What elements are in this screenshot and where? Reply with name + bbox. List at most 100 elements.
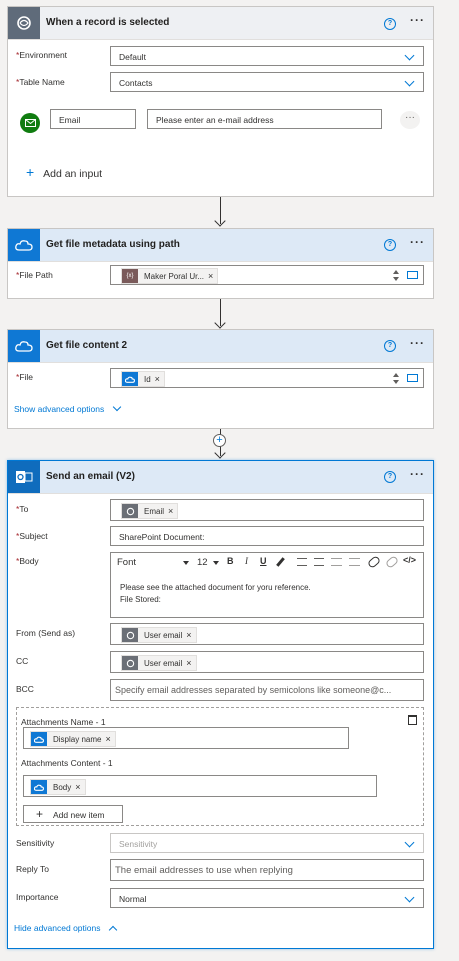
- attachment-content-field[interactable]: Body ×: [23, 775, 377, 797]
- remove-token-icon[interactable]: ×: [208, 271, 217, 281]
- show-advanced-options-link[interactable]: Show advanced options: [14, 402, 122, 414]
- dataverse-icon: [8, 7, 40, 39]
- attachment-name-label: Attachments Name - 1: [21, 717, 106, 727]
- input-more-icon[interactable]: ···: [400, 111, 420, 129]
- outlook-icon: [8, 461, 40, 493]
- reply-to-field[interactable]: The email addresses to use when replying: [110, 859, 424, 881]
- environment-dropdown[interactable]: Default: [110, 46, 424, 66]
- onedrive-icon: [8, 229, 40, 261]
- chevron-up-icon: [108, 925, 118, 935]
- onedrive-token-icon: [31, 780, 47, 794]
- sensitivity-label: Sensitivity: [16, 838, 55, 848]
- more-options-icon[interactable]: ···: [410, 13, 425, 27]
- more-options-icon[interactable]: ···: [410, 235, 425, 249]
- sensitivity-dropdown[interactable]: Sensitivity: [110, 833, 424, 853]
- trigger-title: When a record is selected: [46, 17, 170, 28]
- link-icon[interactable]: [366, 555, 382, 569]
- get-file-metadata-card: Get file metadata using path ? ··· *File…: [7, 228, 434, 299]
- spin-up-icon[interactable]: [393, 270, 399, 274]
- remove-token-icon[interactable]: ×: [155, 374, 164, 384]
- cc-field[interactable]: User email ×: [110, 651, 424, 673]
- chevron-down-icon: [404, 837, 415, 848]
- help-icon[interactable]: ?: [384, 18, 396, 30]
- subject-field[interactable]: SharePoint Document:: [110, 526, 424, 546]
- dynamic-content-token[interactable]: User email ×: [121, 627, 197, 643]
- from-field[interactable]: User email ×: [110, 623, 424, 645]
- remove-token-icon[interactable]: ×: [75, 782, 84, 792]
- decrease-indent-icon[interactable]: [331, 558, 342, 566]
- spin-down-icon[interactable]: [393, 277, 399, 281]
- attachment-content-label: Attachments Content - 1: [21, 758, 113, 768]
- dynamic-content-token[interactable]: {x} Maker Poral Ur... ×: [121, 268, 219, 284]
- body-editor[interactable]: Font 12 B I U </> Please see the attache…: [110, 552, 424, 618]
- onedrive-icon: [8, 330, 40, 362]
- trigger-header[interactable]: When a record is selected ? ···: [8, 7, 433, 40]
- send-email-card: Send an email (V2) ? ··· *To Email × *Su…: [7, 460, 434, 949]
- numbered-list-icon[interactable]: [314, 558, 324, 566]
- chevron-down-icon: [404, 892, 415, 903]
- delete-item-icon[interactable]: [408, 715, 417, 725]
- dynamic-content-token[interactable]: Email ×: [121, 503, 179, 519]
- add-new-item-button[interactable]: + Add new item: [23, 805, 123, 823]
- help-icon[interactable]: ?: [384, 340, 396, 352]
- input-placeholder-field[interactable]: Please enter an e-mail address: [147, 109, 382, 129]
- chevron-down-icon: [404, 50, 415, 61]
- bcc-label: BCC: [16, 684, 34, 694]
- file-path-label: *File Path: [16, 270, 53, 280]
- chevron-down-icon: [404, 76, 415, 87]
- trigger-card: When a record is selected ? ··· *Environ…: [7, 6, 434, 197]
- attachment-name-field[interactable]: Display name ×: [23, 727, 349, 749]
- input-name-field[interactable]: Email: [50, 109, 136, 129]
- insert-step-button[interactable]: +: [213, 434, 226, 447]
- to-field[interactable]: Email ×: [110, 499, 424, 521]
- spin-down-icon[interactable]: [393, 380, 399, 384]
- dataverse-token-icon: [122, 504, 138, 518]
- increase-indent-icon[interactable]: [349, 558, 360, 566]
- remove-token-icon[interactable]: ×: [186, 658, 195, 668]
- more-options-icon[interactable]: ···: [410, 467, 425, 481]
- step1-header[interactable]: Get file metadata using path ? ···: [8, 229, 433, 262]
- code-view-icon[interactable]: </>: [403, 555, 416, 565]
- table-name-dropdown[interactable]: Contacts: [110, 72, 424, 92]
- step3-title: Send an email (V2): [46, 471, 135, 482]
- step1-title: Get file metadata using path: [46, 239, 180, 250]
- highlight-pen-icon[interactable]: [276, 557, 285, 567]
- bcc-field[interactable]: Specify email addresses separated by sem…: [110, 679, 424, 701]
- file-field[interactable]: Id ×: [110, 368, 424, 388]
- remove-token-icon[interactable]: ×: [105, 734, 114, 744]
- unlink-icon[interactable]: [384, 555, 400, 569]
- dynamic-content-token[interactable]: Body ×: [30, 779, 86, 795]
- remove-token-icon[interactable]: ×: [186, 630, 195, 640]
- bullet-list-icon[interactable]: [297, 558, 307, 566]
- caret-down-icon: [213, 561, 219, 565]
- more-options-icon[interactable]: ···: [410, 336, 425, 350]
- file-label: *File: [16, 372, 34, 382]
- dataverse-token-icon: [122, 656, 138, 670]
- step2-header[interactable]: Get file content 2 ? ···: [8, 330, 433, 363]
- body-line-1: Please see the attached document for yor…: [120, 583, 311, 592]
- font-dropdown[interactable]: Font: [117, 557, 189, 568]
- folder-browse-icon[interactable]: [407, 271, 418, 279]
- arrow-head-icon: [214, 447, 226, 459]
- dynamic-content-token[interactable]: Display name ×: [30, 731, 116, 747]
- bold-icon[interactable]: B: [227, 556, 234, 566]
- onedrive-token-icon: [122, 372, 138, 386]
- chevron-down-icon: [112, 402, 122, 412]
- hide-advanced-options-link[interactable]: Hide advanced options: [14, 923, 118, 935]
- help-icon[interactable]: ?: [384, 471, 396, 483]
- body-line-2: File Stored:: [120, 595, 161, 604]
- to-label: *To: [16, 504, 29, 514]
- importance-dropdown[interactable]: Normal: [110, 888, 424, 908]
- underline-icon[interactable]: U: [260, 556, 267, 566]
- folder-browse-icon[interactable]: [407, 374, 418, 382]
- help-icon[interactable]: ?: [384, 239, 396, 251]
- font-size-dropdown[interactable]: 12: [197, 557, 219, 568]
- file-path-field[interactable]: {x} Maker Poral Ur... ×: [110, 265, 424, 285]
- dynamic-content-token[interactable]: User email ×: [121, 655, 197, 671]
- step3-header[interactable]: Send an email (V2) ? ···: [8, 461, 433, 494]
- dynamic-content-token[interactable]: Id ×: [121, 371, 165, 387]
- remove-token-icon[interactable]: ×: [168, 506, 177, 516]
- spin-up-icon[interactable]: [393, 373, 399, 377]
- italic-icon[interactable]: I: [245, 556, 248, 566]
- add-input-button[interactable]: + Add an input: [26, 164, 102, 180]
